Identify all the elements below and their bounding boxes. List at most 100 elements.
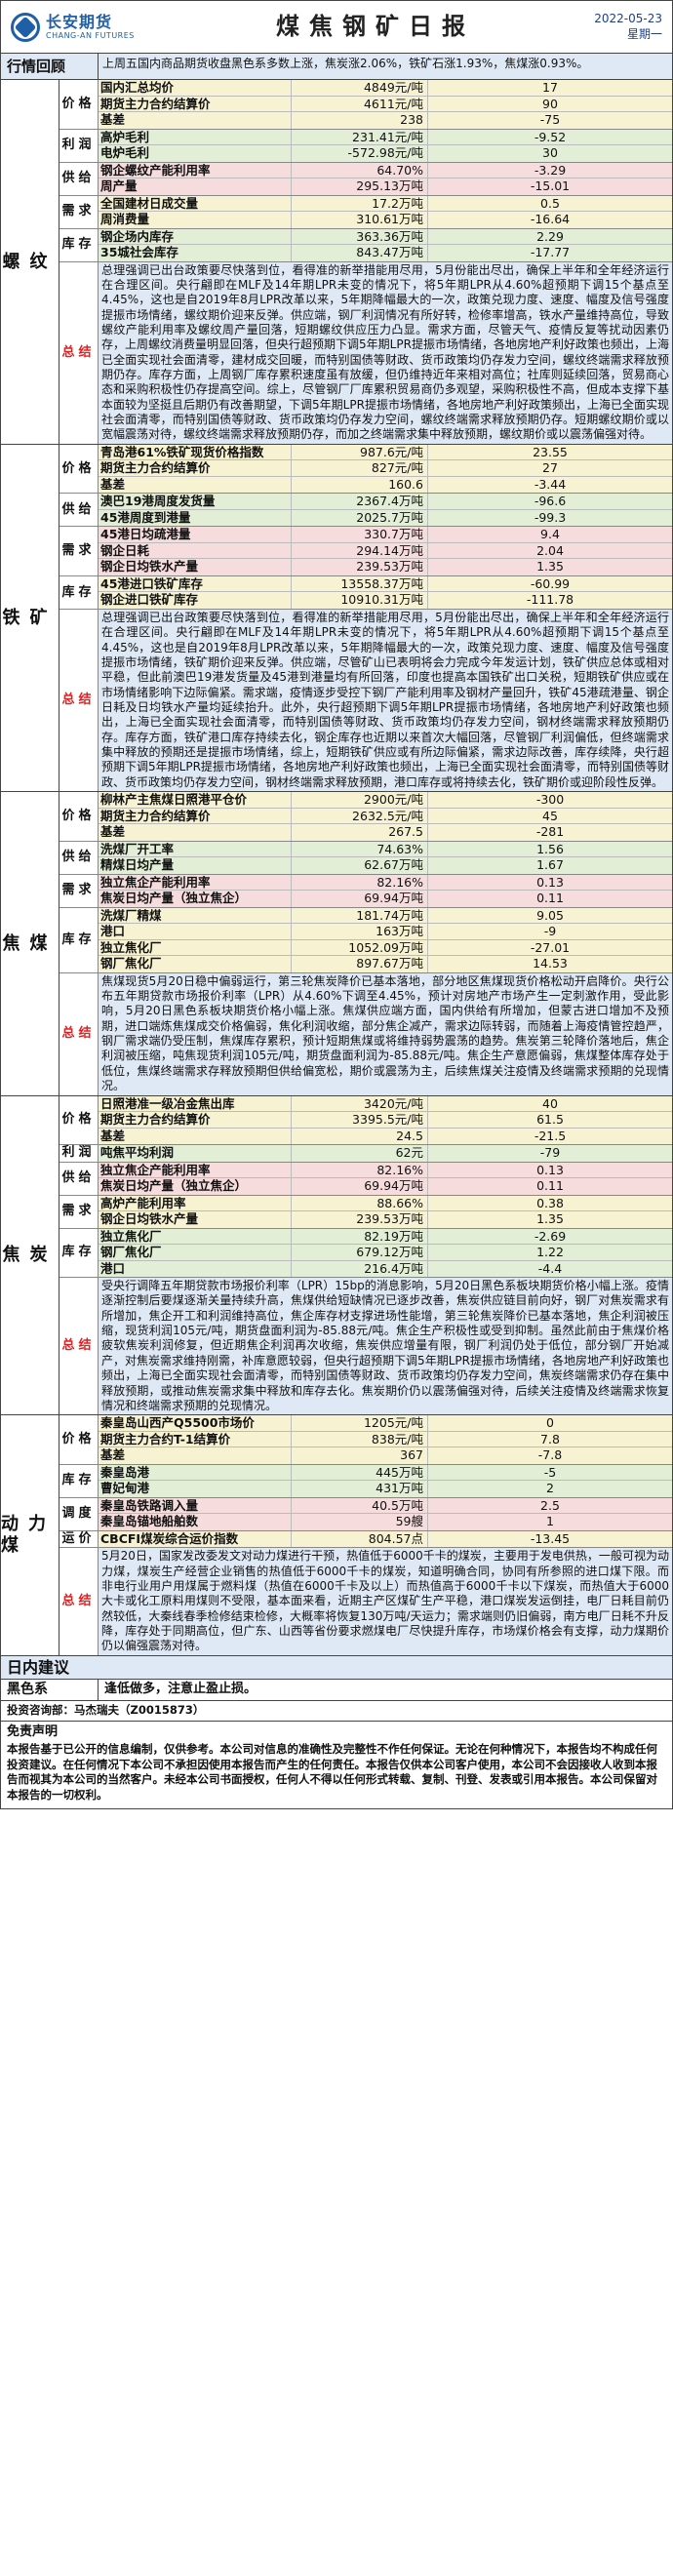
indicator-change: -13.45: [530, 1530, 571, 1546]
indicator-change: -7.8: [537, 1447, 563, 1463]
indicator-value: 2025.7万吨: [292, 509, 428, 527]
section-name: 焦煤: [1, 792, 59, 1095]
indicator-change: 14.53: [533, 956, 568, 971]
indicator-name: 钢企进口铁矿库存: [99, 592, 292, 609]
indicator-value: 838元/吨: [292, 1431, 428, 1447]
indicator-change: 0.13: [536, 1162, 564, 1177]
indicator-name: 独立焦企产能利用率: [99, 874, 292, 891]
section-name: 铁矿: [1, 444, 59, 792]
indicator-change: -16.64: [530, 212, 571, 226]
section-body: 价格 青岛港61%铁矿现货价格指数 987.6元/吨 23.55 期货主力合约结算价 82…: [59, 444, 672, 792]
table-row: 秦皇岛山西产Q5500市场价 1205元/吨 0: [99, 1415, 672, 1432]
indicator-group: 价格 日照港准一级冶金焦出库 3420元/吨 40 期货主力合约结算价 3395.5元/吨…: [59, 1095, 672, 1145]
report-title: 煤焦钢矿日报: [276, 13, 475, 41]
indicator-name: 周产量: [99, 178, 292, 195]
table-row: 秦皇岛锚地船舶数 59艘 1: [99, 1514, 672, 1530]
table-row: 期货主力合约T-1结算价 838元/吨 7.8: [99, 1431, 672, 1448]
advice-text: 逢低做多，注意止盈止损。: [104, 1681, 257, 1696]
logo-name-cn: 长安期货: [46, 13, 113, 32]
indicator-value: 1205元/吨: [292, 1415, 428, 1431]
group-label: 调度: [59, 1497, 99, 1530]
indicator-change: 90: [542, 96, 558, 111]
indicator-name: 周消费量: [99, 212, 292, 228]
table-row: 基差 367 -7.8: [99, 1447, 672, 1464]
table-row: 独立焦企产能利用率 82.16% 0.13: [99, 1162, 672, 1178]
indicator-change: 2.29: [536, 228, 564, 244]
table-row: 基差 267.5 -281: [99, 824, 672, 841]
indicator-name: 基差: [99, 824, 292, 841]
table-row: 钢企日耗 294.14万吨 2.04: [99, 542, 672, 560]
indicator-change: 0: [546, 1415, 554, 1431]
indicator-value: 181.74万吨: [292, 907, 428, 924]
summary-label: 总结: [59, 1548, 99, 1655]
indicator-change: 9.4: [540, 527, 560, 542]
table-row: 秦皇岛铁路调入量 40.5万吨 2.5: [99, 1497, 672, 1515]
indicator-value: 62.67万吨: [292, 857, 428, 874]
indicator-value: 163万吨: [292, 924, 428, 939]
indicator-value: -572.98元/吨: [292, 145, 428, 162]
table-row: 独立焦企产能利用率 82.16% 0.13: [99, 874, 672, 892]
indicator-value: 897.67万吨: [292, 956, 428, 972]
indicator-value: 88.66%: [292, 1195, 428, 1210]
indicator-change: -281: [535, 824, 565, 840]
indicator-group: 利润 吨焦平均利润 62元 -79: [59, 1145, 672, 1163]
section-name: 动力煤: [1, 1415, 59, 1655]
indicator-change: 17: [542, 80, 558, 95]
indicator-change: 1.56: [536, 841, 564, 856]
indicator-name: 全国建材日成交量: [99, 195, 292, 211]
indicator-name: 钢企日耗: [99, 542, 292, 559]
section-coking_coal: 焦煤 价格 柳林产主焦煤日照港平仓价 2900元/吨 -300 期货主力合约结算价 2632…: [1, 792, 672, 1096]
indicator-group: 需求 独立焦企产能利用率 82.16% 0.13 焦炭日均产量（独立焦企） 69.94万吨…: [59, 874, 672, 908]
table-row: 曹妃甸港 431万吨 2: [99, 1481, 672, 1497]
indicator-value: 69.94万吨: [292, 1178, 428, 1195]
indicator-group: 价格 国内汇总均价 4849元/吨 17 期货主力合约结算价 4611元/吨 90 基差 238…: [59, 80, 672, 130]
indicator-name: 曹妃甸港: [99, 1481, 292, 1497]
indicator-group: 需求 全国建材日成交量 17.2万吨 0.5 周消费量 310.61万吨 -16.64: [59, 195, 672, 229]
section-coke: 焦炭 价格 日照港准一级冶金焦出库 3420元/吨 40 期货主力合约结算价 3395.5元…: [1, 1095, 672, 1416]
indicator-name: 钢厂焦化厂: [99, 1245, 292, 1260]
indicator-value: 445万吨: [292, 1464, 428, 1481]
indicator-group: 需求 高炉产能利用率 88.66% 0.38 钢企日均铁水产量 239.53万吨 1.35: [59, 1195, 672, 1229]
indicator-name: 期货主力合约结算价: [99, 1112, 292, 1128]
indicator-name: 基差: [99, 1447, 292, 1464]
group-label: 供给: [59, 1162, 99, 1195]
indicator-value: 40.5万吨: [292, 1497, 428, 1514]
table-row: 电炉毛利 -572.98元/吨 30: [99, 145, 672, 162]
section-body: 价格 日照港准一级冶金焦出库 3420元/吨 40 期货主力合约结算价 3395.5元/吨…: [59, 1095, 672, 1415]
intraday-advice-heading: 日内建议: [1, 1655, 672, 1680]
section-rebar: 螺纹 价格 国内汇总均价 4849元/吨 17 期货主力合约结算价 4611元/吨 90 基差 2…: [1, 80, 672, 445]
indicator-name: 国内汇总均价: [99, 80, 292, 96]
table-row: 澳巴19港周度发货量 2367.4万吨 -96.6: [99, 494, 672, 510]
table-row: 秦皇岛港 445万吨 -5: [99, 1464, 672, 1482]
group-label: 利润: [59, 129, 99, 162]
indicator-value: 2900元/吨: [292, 792, 428, 808]
indicator-group: 调度 秦皇岛铁路调入量 40.5万吨 2.5 秦皇岛锚地船舶数 59艘 1: [59, 1497, 672, 1531]
table-row: 45港日均疏港量 330.7万吨 9.4: [99, 527, 672, 543]
indicator-change: -99.3: [534, 509, 567, 525]
indicator-name: 45港周度到港量: [99, 509, 292, 527]
indicator-change: -79: [539, 1145, 561, 1160]
indicator-value: 987.6元/吨: [292, 444, 428, 460]
market-review: 行情回顾 上周五国内商品期货收盘黑色系多数上涨，焦炭涨2.06%，铁矿石涨1.9…: [1, 54, 672, 80]
indicator-change: -9: [543, 924, 557, 939]
market-review-label: 行情回顾: [1, 54, 99, 79]
indicator-change: 1: [546, 1514, 554, 1529]
group-label: 需求: [59, 1195, 99, 1228]
indicator-name: 吨焦平均利润: [99, 1145, 292, 1162]
summary-text: 焦煤现货5月20日稳中偏弱运行，第三轮焦炭降价已基本落地，部分地区焦煤现货价格松…: [99, 972, 672, 1095]
table-row: 钢厂焦化厂 897.67万吨 14.53: [99, 956, 672, 972]
indicator-group: 价格 秦皇岛山西产Q5500市场价 1205元/吨 0 期货主力合约T-1结算价 838元…: [59, 1415, 672, 1465]
indicator-name: 基差: [99, 476, 292, 494]
company-logo: 长安期货 CHANG-AN FUTURES: [11, 12, 196, 42]
indicator-change: 9.05: [536, 907, 564, 923]
indicator-change: 0.11: [536, 1178, 564, 1193]
indicator-value: 4611元/吨: [292, 96, 428, 111]
indicator-change: 40: [542, 1095, 558, 1111]
indicator-name: 洗煤厂精煤: [99, 907, 292, 924]
section-ore: 铁矿 价格 青岛港61%铁矿现货价格指数 987.6元/吨 23.55 期货主力合约结算价…: [1, 444, 672, 793]
indicator-group: 价格 柳林产主焦煤日照港平仓价 2900元/吨 -300 期货主力合约结算价 2632.5…: [59, 792, 672, 842]
indicator-name: 独立焦化厂: [99, 1228, 292, 1244]
indicator-name: 焦炭日均产量（独立焦企）: [99, 891, 292, 907]
table-row: 日照港准一级冶金焦出库 3420元/吨 40: [99, 1095, 672, 1112]
indicator-change: -15.01: [530, 178, 571, 193]
